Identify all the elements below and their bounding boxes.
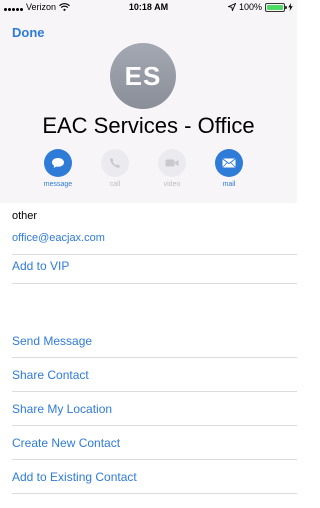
avatar-initials: ES xyxy=(124,60,162,91)
mail-icon xyxy=(222,158,236,168)
action-buttons: message call video mail xyxy=(44,149,272,193)
call-action: call xyxy=(101,149,129,188)
message-button[interactable] xyxy=(44,149,72,177)
message-action[interactable]: message xyxy=(44,149,72,188)
email-type-label: other xyxy=(12,210,38,222)
create-new-contact-button[interactable]: Create New Contact xyxy=(12,436,120,450)
video-action: video xyxy=(158,149,186,188)
call-label: call xyxy=(109,181,121,188)
video-button xyxy=(158,149,186,177)
divider xyxy=(12,493,297,494)
share-contact-button[interactable]: Share Contact xyxy=(12,368,89,382)
battery-icon xyxy=(265,2,287,12)
contact-name: EAC Services - Office xyxy=(42,113,255,138)
done-button[interactable]: Done xyxy=(12,25,45,40)
mail-label: mail xyxy=(222,181,236,188)
avatar: ES xyxy=(110,43,176,109)
status-right: 100% xyxy=(227,2,293,12)
battery-percent: 100% xyxy=(238,2,262,12)
divider xyxy=(12,425,297,426)
message-icon xyxy=(52,158,64,168)
mail-button[interactable] xyxy=(215,149,243,177)
add-to-existing-contact-button[interactable]: Add to Existing Contact xyxy=(12,470,137,484)
email-row: other office@eacjax.com xyxy=(0,203,297,255)
video-icon xyxy=(165,159,179,167)
battery-fill xyxy=(267,4,283,10)
share-my-location-button[interactable]: Share My Location xyxy=(12,402,112,416)
divider xyxy=(12,283,297,284)
divider xyxy=(12,459,297,460)
divider xyxy=(12,357,297,358)
add-to-vip-button[interactable]: Add to VIP xyxy=(12,259,69,273)
divider xyxy=(12,391,297,392)
charging-bolt-icon xyxy=(288,3,293,11)
mail-action[interactable]: mail xyxy=(215,149,243,188)
send-message-button[interactable]: Send Message xyxy=(12,334,92,348)
phone-icon xyxy=(110,158,120,168)
video-label: video xyxy=(163,181,181,188)
status-bar: Verizon 10:18 AM 100% xyxy=(0,0,297,16)
call-button xyxy=(101,149,129,177)
message-label: message xyxy=(43,181,73,188)
divider xyxy=(12,254,297,255)
email-address-link[interactable]: office@eacjax.com xyxy=(12,232,105,244)
location-arrow-icon xyxy=(227,3,236,11)
